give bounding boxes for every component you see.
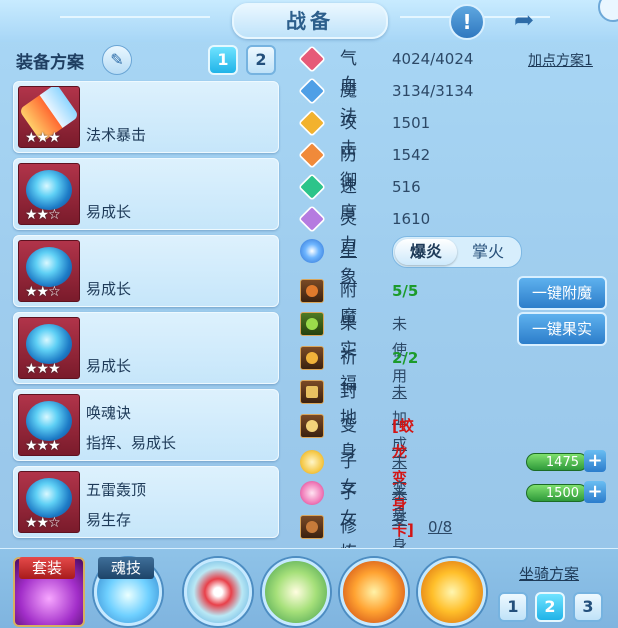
astrology-toggle[interactable]: 爆炎 掌火	[392, 236, 522, 268]
sword-icon	[298, 109, 326, 137]
mount-plan-title[interactable]: 坐骑方案	[519, 563, 579, 584]
child-1-plus-button[interactable]: +	[584, 450, 606, 472]
star-rating: ★★★	[25, 361, 61, 377]
panel-title: 战备	[232, 3, 388, 39]
star-rating: ★★☆	[25, 515, 61, 531]
mount-plan-3-button[interactable]: 3	[573, 592, 603, 622]
stat-value: 3134/3134	[392, 82, 474, 100]
equip-plan-2-button[interactable]: 2	[246, 45, 276, 75]
mount-plan-2-button[interactable]: 2	[535, 592, 565, 622]
star-sign-icon	[300, 239, 324, 263]
equipment-name: 唤魂诀	[86, 404, 132, 422]
equipment-desc: 易成长	[86, 357, 132, 375]
equipment-card-3[interactable]: ★★☆ 易成长	[13, 235, 279, 307]
edit-pencil-icon[interactable]: ✎	[102, 45, 132, 75]
skill-orb-icon-1[interactable]	[184, 558, 252, 626]
equipment-icon: ★★☆	[18, 471, 80, 533]
equipment-desc: 法术暴击	[86, 126, 147, 144]
battle-prep-panel: 战备 ! ➦ 装备方案 ✎ 1 2 ★★★ 法术暴击 ★★☆ 易成长 ★★☆ 易…	[0, 0, 618, 628]
skill-orb-icon-2[interactable]	[262, 558, 330, 626]
fruit-icon	[300, 312, 324, 336]
enhance-value[interactable]: 未变身	[392, 480, 407, 558]
equipment-icon: ★★☆	[18, 163, 80, 225]
toggle-option-zhanghuo[interactable]: 掌火	[457, 239, 519, 265]
equip-plan-1-button[interactable]: 1	[208, 45, 238, 75]
close-corner-icon[interactable]	[598, 0, 618, 22]
sun-emblem-icon	[300, 450, 324, 474]
lotus-emblem-icon	[300, 481, 324, 505]
equipment-card-1[interactable]: ★★★ 法术暴击	[13, 81, 279, 153]
star-rating: ★★★	[25, 130, 61, 146]
enhance-value: 2/2	[392, 349, 419, 367]
mana-shield-icon	[298, 77, 326, 105]
shield-icon	[298, 141, 326, 169]
fief-icon	[300, 380, 324, 404]
child-2-plus-button[interactable]: +	[584, 481, 606, 503]
enchant-icon	[300, 279, 324, 303]
equipment-card-6[interactable]: ★★☆ 五雷轰顶 易生存	[13, 466, 279, 538]
child-1-power-bar: 1475	[526, 453, 588, 471]
stat-value: 4024/4024	[392, 50, 474, 68]
one-click-enchant-button[interactable]: 一键附魔	[517, 276, 607, 310]
star-rating: ★★☆	[25, 284, 61, 300]
equipment-desc: 易成长	[86, 280, 132, 298]
equipment-icon: ★★★	[18, 394, 80, 456]
toggle-option-baoyan[interactable]: 爆炎	[395, 239, 457, 265]
heart-icon	[298, 45, 326, 73]
equipment-name: 五雷轰顶	[86, 481, 147, 499]
info-icon[interactable]: !	[449, 4, 485, 40]
stat-value: 516	[392, 178, 421, 196]
equipment-card-5[interactable]: ★★★ 唤魂诀 指挥、易成长	[13, 389, 279, 461]
equipment-desc: 易生存	[86, 511, 132, 529]
stat-value: 1610	[392, 210, 431, 228]
enhance-value: 5/5	[392, 282, 419, 300]
equipment-icon: ★★☆	[18, 240, 80, 302]
equipment-desc: 指挥、易成长	[86, 434, 177, 452]
one-click-fruit-button[interactable]: 一键果实	[517, 312, 607, 346]
equipment-icon: ★★★	[18, 317, 80, 379]
equipment-card-2[interactable]: ★★☆ 易成长	[13, 158, 279, 230]
equipment-plan-title: 装备方案	[16, 53, 84, 73]
equipment-icon: ★★★	[18, 86, 80, 148]
point-plan-link[interactable]: 加点方案1	[528, 50, 593, 70]
star-rating: ★★☆	[25, 207, 61, 223]
star-rating: ★★★	[25, 438, 61, 454]
soul-skill-tab[interactable]: 魂技	[98, 557, 154, 579]
equipment-card-4[interactable]: ★★★ 易成长	[13, 312, 279, 384]
skill-orb-icon-3[interactable]	[340, 558, 408, 626]
stat-value: 1501	[392, 114, 431, 132]
transform-icon	[300, 414, 324, 438]
spirit-icon	[298, 205, 326, 233]
equipment-desc: 易成长	[86, 203, 132, 221]
mount-plan-1-button[interactable]: 1	[498, 592, 528, 622]
lightning-icon	[298, 173, 326, 201]
skill-orb-icon-4[interactable]	[418, 558, 486, 626]
suit-tab[interactable]: 套装	[19, 557, 75, 579]
enhance-value[interactable]: 0/8	[428, 514, 452, 540]
stat-value: 1542	[392, 146, 431, 164]
cultivation-icon	[300, 515, 324, 539]
child-2-power-bar: 1500	[526, 484, 588, 502]
title-ornament-left	[60, 16, 210, 18]
blessing-icon	[300, 346, 324, 370]
share-icon[interactable]: ➦	[508, 4, 540, 36]
